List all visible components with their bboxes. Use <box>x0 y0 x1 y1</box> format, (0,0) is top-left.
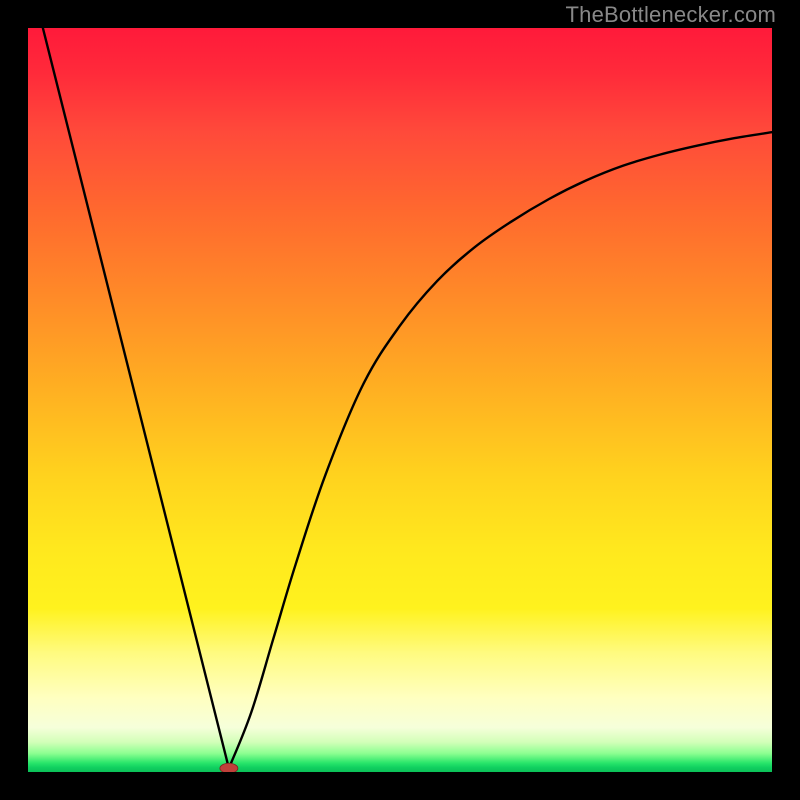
watermark-text: TheBottlenecker.com <box>566 2 776 28</box>
curve-right-branch <box>229 132 772 768</box>
plot-area <box>28 28 772 772</box>
curve-left-branch <box>43 28 229 768</box>
curve-layer <box>28 28 772 772</box>
chart-stage: TheBottlenecker.com <box>0 0 800 800</box>
bottleneck-curve <box>43 28 772 768</box>
minimum-marker <box>220 763 238 772</box>
